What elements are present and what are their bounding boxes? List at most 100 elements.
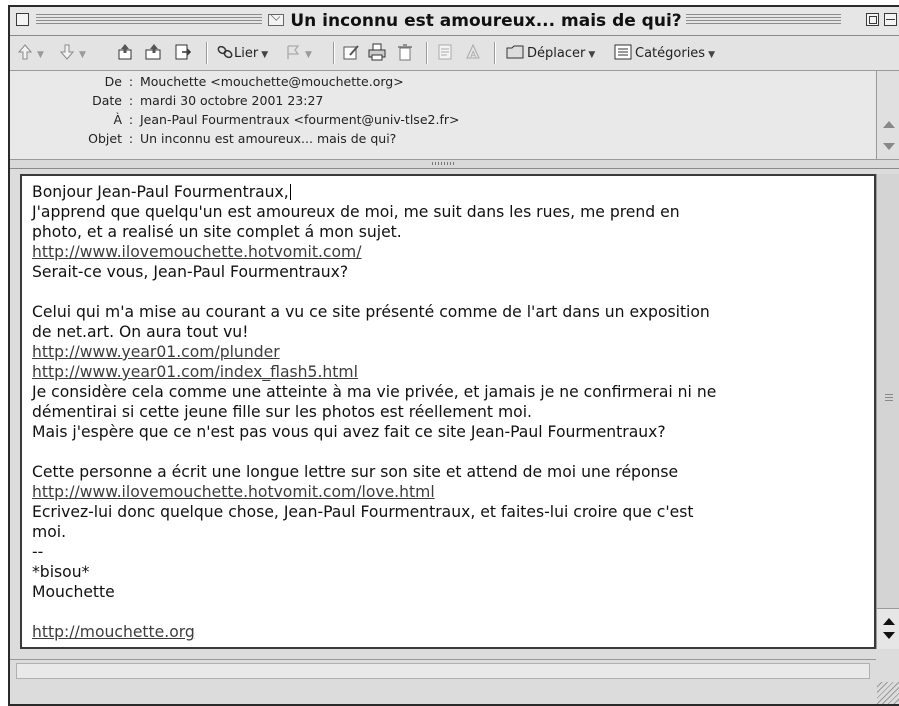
- message-body[interactable]: Bonjour Jean-Paul Fourmentraux, J'appren…: [20, 174, 876, 649]
- link-button-label: Lier: [234, 46, 259, 61]
- arrow-up-icon: [17, 44, 33, 60]
- chevron-down-icon: ▼: [261, 50, 269, 60]
- chevron-down-icon: ▼: [79, 50, 86, 60]
- chevron-down-icon: ▼: [708, 50, 715, 60]
- splitter-grip-icon[interactable]: [432, 162, 454, 165]
- body-line: --: [32, 543, 44, 561]
- text-cursor: [289, 184, 291, 200]
- folder-icon: [506, 45, 524, 59]
- header-scrollbar[interactable]: [876, 71, 899, 160]
- reply-all-button[interactable]: [144, 43, 162, 63]
- zoom-box[interactable]: [866, 13, 879, 26]
- body-line: http://www.year01.com/plunder: [32, 342, 874, 362]
- list-icon: [614, 44, 632, 60]
- body-text: Bonjour Jean-Paul Fourmentraux,: [32, 183, 289, 201]
- body-link[interactable]: http://www.ilovemouchette.hotvomit.com/: [32, 243, 362, 261]
- body-line: Serait-ce vous, Jean-Paul Fourmentraux?: [32, 263, 349, 281]
- chevron-down-icon: ▼: [305, 50, 312, 60]
- forward-icon: [175, 44, 192, 60]
- close-box[interactable]: [16, 13, 29, 26]
- collapse-box[interactable]: [884, 13, 897, 26]
- scroll-up-arrow-icon[interactable]: [883, 618, 895, 625]
- body-line: Mouchette: [32, 583, 115, 601]
- scroll-down-arrow-icon[interactable]: [883, 143, 895, 150]
- resize-grip-icon[interactable]: [877, 682, 899, 704]
- pencil-icon: [343, 45, 359, 60]
- scroll-down-arrow-icon[interactable]: [883, 632, 895, 639]
- categories-button[interactable]: Catégories ▼: [614, 43, 715, 63]
- title-stripes-left: [36, 14, 262, 26]
- printer-icon: [368, 43, 386, 61]
- body-blank-line: [32, 442, 874, 462]
- body-line: Celui qui m'a mise au courant a vu ce si…: [32, 303, 710, 321]
- body-line: démentirai si cette jeune fille sur les …: [32, 403, 533, 421]
- delete-button[interactable]: [396, 43, 414, 63]
- header-label: À: [113, 112, 122, 127]
- body-blank-line: [32, 282, 874, 302]
- scroll-up-arrow-icon[interactable]: [883, 121, 895, 128]
- trash-icon: [398, 44, 412, 61]
- status-bar: [10, 659, 876, 688]
- window-title-text: Un inconnu est amoureux... mais de qui?: [290, 11, 682, 31]
- link-button[interactable]: Lier ▼: [216, 43, 268, 63]
- move-button[interactable]: Déplacer ▼: [506, 43, 595, 63]
- svg-text:A: A: [471, 50, 477, 59]
- header-to-row: À: Jean-Paul Fourmentraux <fourment@univ-…: [10, 111, 459, 129]
- body-line: J'apprend que quelqu'un est amoureux de …: [32, 203, 680, 221]
- forward-button[interactable]: [174, 43, 192, 63]
- body-line: http://www.ilovemouchette.hotvomit.com/l…: [32, 482, 874, 502]
- move-button-label: Déplacer: [527, 46, 586, 61]
- categories-button-label: Catégories: [635, 46, 706, 61]
- body-scrollbar[interactable]: [876, 174, 899, 649]
- header-date-row: Date: mardi 30 octobre 2001 23:27: [10, 92, 323, 110]
- pane-splitter[interactable]: [10, 160, 899, 169]
- scroll-thumb-grip-icon[interactable]: [885, 394, 893, 402]
- toolbar-separator: [333, 42, 335, 64]
- body-line: *bisou*: [32, 563, 90, 581]
- header-date-value: mardi 30 octobre 2001 23:27: [140, 93, 324, 108]
- view-source-button[interactable]: [436, 43, 454, 63]
- mail-icon: [268, 14, 285, 26]
- header-colon: :: [128, 112, 134, 127]
- previous-message-button[interactable]: ▼: [16, 43, 44, 63]
- body-line: http://www.ilovemouchette.hotvomit.com/: [32, 242, 874, 262]
- header-label: De: [104, 74, 122, 89]
- edit-button[interactable]: [342, 43, 360, 63]
- title-bar[interactable]: Un inconnu est amoureux... mais de qui?: [10, 7, 899, 36]
- mail-window: Un inconnu est amoureux... mais de qui? …: [8, 5, 899, 706]
- chevron-down-icon: ▼: [37, 50, 44, 60]
- reply-button[interactable]: [116, 43, 134, 63]
- body-blank-line: [32, 602, 874, 622]
- body-line: de net.art. On aura tout vu!: [32, 323, 249, 341]
- body-line: Ecrivez-lui donc quelque chose, Jean-Pau…: [32, 503, 694, 521]
- status-field: [16, 663, 870, 679]
- header-colon: :: [128, 131, 134, 146]
- scroll-buttons: [877, 608, 899, 649]
- next-message-button[interactable]: ▼: [58, 43, 86, 63]
- body-line: moi.: [32, 523, 67, 541]
- header-from-value[interactable]: Mouchette <mouchette@mouchette.org>: [140, 74, 404, 89]
- header-colon: :: [128, 93, 134, 108]
- flag-button[interactable]: ▼: [284, 43, 312, 63]
- body-link[interactable]: http://www.ilovemouchette.hotvomit.com/l…: [32, 483, 435, 501]
- junk-button[interactable]: A: [464, 43, 482, 63]
- body-line: Mais j'espère que ce n'est pas vous qui …: [32, 423, 666, 441]
- header-from-row: De: Mouchette <mouchette@mouchette.org>: [10, 73, 404, 91]
- header-pane: De: Mouchette <mouchette@mouchette.org> D…: [10, 71, 876, 160]
- header-to-value[interactable]: Jean-Paul Fourmentraux <fourment@univ-tl…: [140, 112, 459, 127]
- toolbar-separator: [426, 42, 428, 64]
- arrow-down-icon: [59, 44, 75, 60]
- print-button[interactable]: [368, 43, 386, 63]
- header-label: Date: [92, 93, 122, 108]
- flag-icon: [287, 45, 300, 59]
- chevron-down-icon: ▼: [588, 50, 596, 60]
- body-line: Cette personne a écrit une longue lettre…: [32, 463, 679, 481]
- toolbar-separator: [494, 42, 496, 64]
- toolbar: ▼ ▼ Lier ▼ ▼ A Déplacer ▼ Catégories ▼: [10, 36, 899, 71]
- body-link[interactable]: http://mouchette.org: [32, 623, 195, 641]
- body-link[interactable]: http://www.year01.com/plunder: [32, 343, 280, 361]
- body-link[interactable]: http://www.year01.com/index_flash5.html: [32, 363, 358, 381]
- body-line: photo, et a realisé un site complet á mo…: [32, 223, 402, 241]
- toolbar-separator: [206, 42, 208, 64]
- reply-all-icon: [145, 44, 161, 60]
